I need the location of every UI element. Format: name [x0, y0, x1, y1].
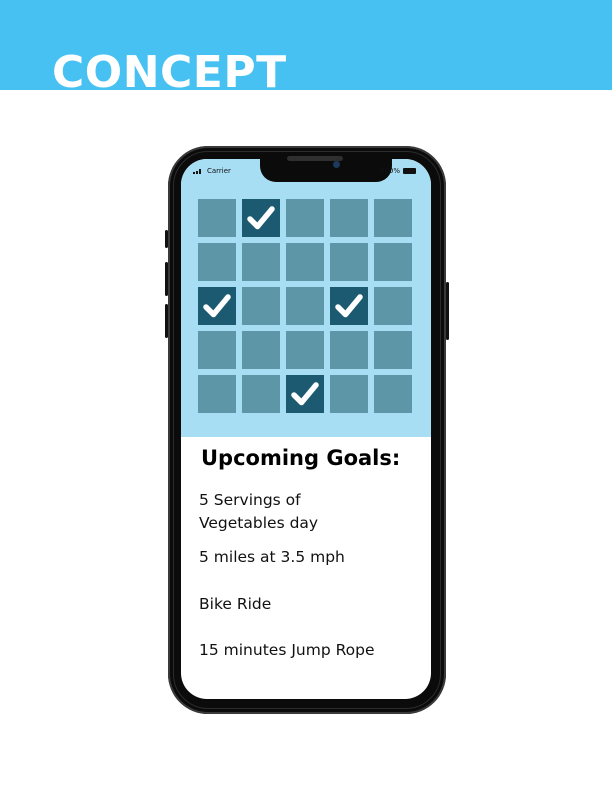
grid-cell[interactable] [198, 243, 236, 281]
grid-cell[interactable] [242, 375, 280, 413]
goals-title: Upcoming Goals: [201, 446, 401, 470]
battery-percent: 100% [380, 167, 401, 175]
grid-cell[interactable] [286, 243, 324, 281]
grid-cell[interactable] [242, 243, 280, 281]
grid-cell[interactable] [286, 331, 324, 369]
grid-cell[interactable] [242, 287, 280, 325]
concept-banner: CONCEPT [0, 0, 612, 90]
checkmark-icon [247, 206, 275, 230]
grid-cell-checked[interactable] [286, 375, 324, 413]
grid-cell[interactable] [374, 243, 412, 281]
checkmark-icon [335, 294, 363, 318]
power-button [446, 282, 449, 340]
checkmark-icon [203, 294, 231, 318]
grid-cell-checked[interactable] [198, 287, 236, 325]
grid-cell[interactable] [242, 331, 280, 369]
grid-cell[interactable] [330, 199, 368, 237]
front-camera-icon [333, 161, 340, 168]
signal-icon [193, 168, 205, 174]
goal-item[interactable]: 5 miles at 3.5 mph [199, 546, 419, 569]
goal-item[interactable]: Bike Ride [199, 593, 419, 616]
grid-cell[interactable] [330, 375, 368, 413]
grid-cell[interactable] [286, 199, 324, 237]
goal-item[interactable]: 5 Servings of Vegetables day [199, 489, 359, 535]
grid-cell[interactable] [286, 287, 324, 325]
grid-cell[interactable] [374, 375, 412, 413]
mute-switch [165, 230, 168, 248]
carrier-label: Carrier [207, 167, 231, 175]
volume-down-button [165, 304, 168, 338]
volume-up-button [165, 262, 168, 296]
grid-cell[interactable] [198, 331, 236, 369]
grid-cell[interactable] [330, 243, 368, 281]
grid-cell[interactable] [374, 287, 412, 325]
grid-cell-checked[interactable] [330, 287, 368, 325]
checkmark-icon [291, 382, 319, 406]
grid-cell[interactable] [374, 199, 412, 237]
grid-cell[interactable] [198, 199, 236, 237]
banner-title: CONCEPT [52, 47, 287, 91]
phone-screen [181, 159, 431, 699]
grid-cell[interactable] [198, 375, 236, 413]
goal-item[interactable]: 15 minutes Jump Rope [199, 639, 419, 662]
grid-cell[interactable] [374, 331, 412, 369]
grid-cell[interactable] [330, 331, 368, 369]
battery-icon [403, 168, 416, 174]
grid-cell-checked[interactable] [242, 199, 280, 237]
